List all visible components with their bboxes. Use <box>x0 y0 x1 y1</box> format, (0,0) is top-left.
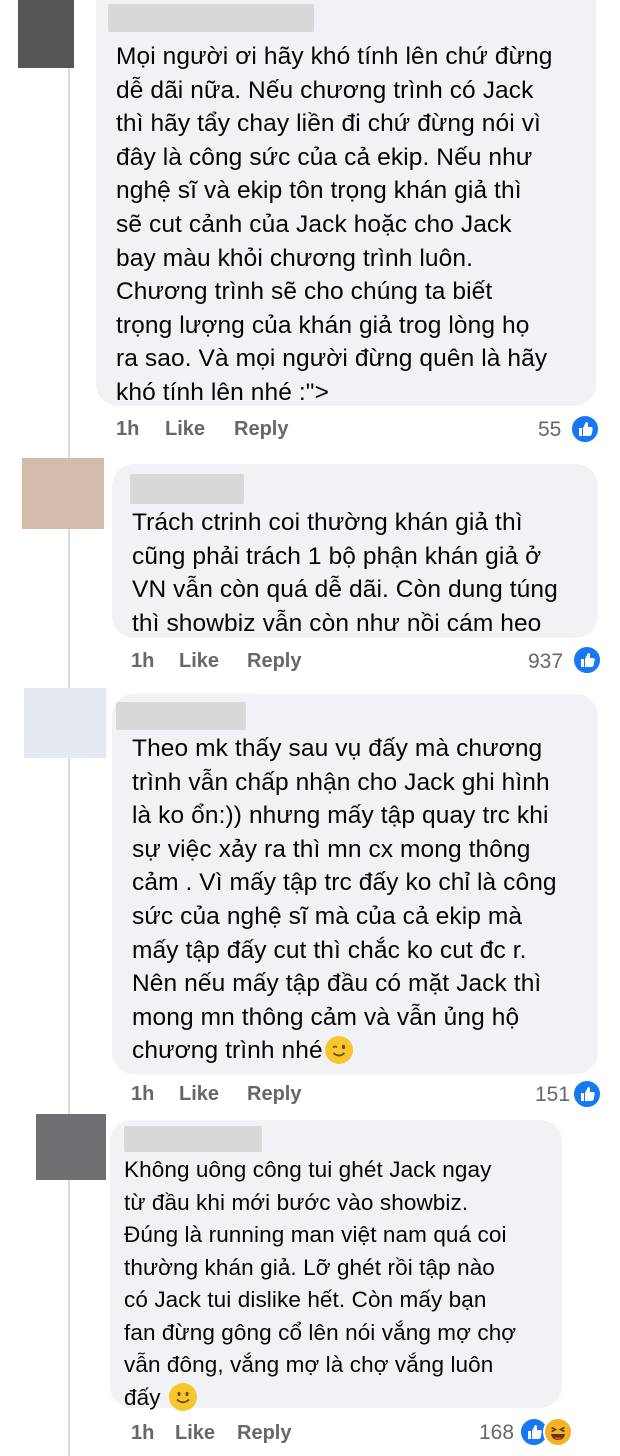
like-icon[interactable] <box>570 414 600 444</box>
comment-time[interactable]: 1h <box>131 1083 154 1106</box>
reaction-count[interactable]: 168 <box>479 1421 514 1445</box>
comment-text: Theo mk thấy sau vụ đấy mà chương trình … <box>132 732 594 1068</box>
comment-time[interactable]: 1h <box>116 418 139 441</box>
comment-text: Không uông công tui ghét Jack ngay từ đầ… <box>124 1154 560 1414</box>
reply-button[interactable]: Reply <box>247 650 301 673</box>
avatar[interactable] <box>24 688 106 758</box>
reaction-count[interactable]: 937 <box>528 650 563 674</box>
commenter-name-redacted[interactable] <box>124 1126 262 1152</box>
commenter-name-redacted[interactable] <box>130 474 244 504</box>
comment-text: Mọi người ơi hãy khó tính lên chứ đừng d… <box>116 43 553 406</box>
smiling-face-emoji <box>168 1382 197 1411</box>
reply-button[interactable]: Reply <box>234 418 288 441</box>
commenter-name-redacted[interactable] <box>108 4 314 32</box>
winking-face-emoji <box>324 1036 353 1065</box>
haha-icon[interactable] <box>543 1417 573 1447</box>
comment-time[interactable]: 1h <box>131 650 154 673</box>
comment-time[interactable]: 1h <box>131 1422 154 1445</box>
comment-text: Trách ctrinh coi thường khán giả thì cũn… <box>132 509 558 637</box>
like-icon[interactable] <box>572 645 602 675</box>
comment-bubble: Theo mk thấy sau vụ đấy mà chương trình … <box>112 694 598 1074</box>
like-button[interactable]: Like <box>179 1083 219 1106</box>
avatar[interactable] <box>18 0 74 68</box>
like-button[interactable]: Like <box>179 650 219 673</box>
comment-bubble: Không uông công tui ghét Jack ngay từ đầ… <box>110 1120 562 1411</box>
like-button[interactable]: Like <box>175 1422 215 1445</box>
avatar[interactable] <box>22 458 104 529</box>
reaction-count[interactable]: 55 <box>538 418 561 442</box>
comment-bubble: Mọi người ơi hãy khó tính lên chứ đừng d… <box>96 0 596 406</box>
reply-button[interactable]: Reply <box>237 1422 291 1445</box>
like-icon[interactable] <box>572 1079 602 1109</box>
reply-button[interactable]: Reply <box>247 1083 301 1106</box>
reaction-count[interactable]: 151 <box>535 1083 570 1107</box>
comment-bubble: Trách ctrinh coi thường khán giả thì cũn… <box>112 464 598 638</box>
commenter-name-redacted[interactable] <box>116 702 246 730</box>
avatar[interactable] <box>36 1114 106 1180</box>
comment-text-content: Theo mk thấy sau vụ đấy mà chương trình … <box>132 735 557 1065</box>
like-button[interactable]: Like <box>165 418 205 441</box>
comment-text-content: Không uông công tui ghét Jack ngay từ đầ… <box>124 1157 517 1410</box>
